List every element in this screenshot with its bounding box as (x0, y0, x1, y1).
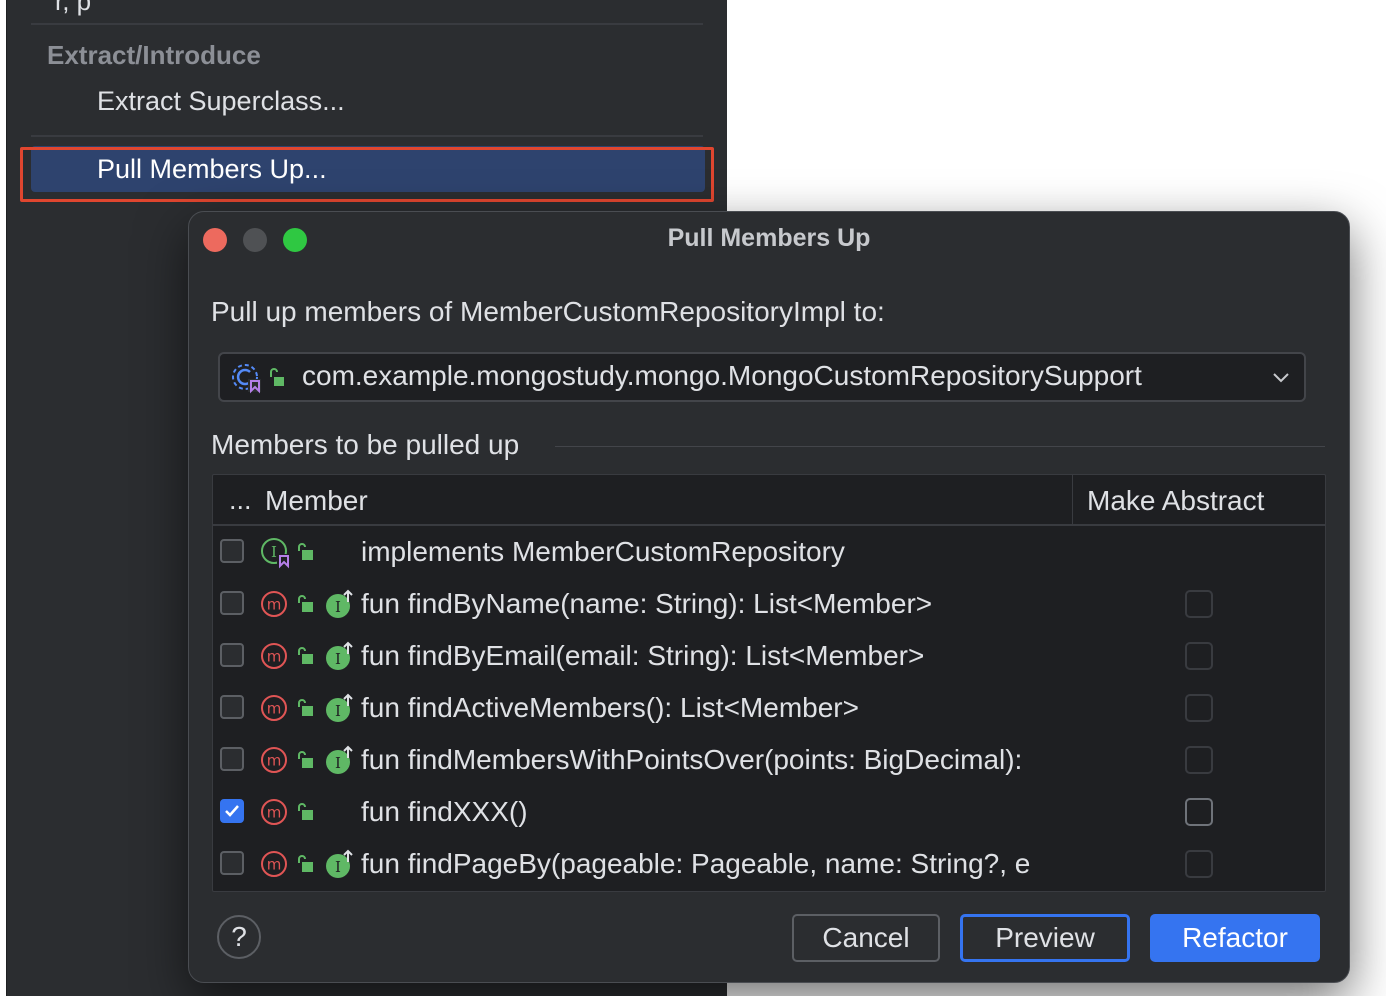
member-signature: fun findMembersWithPointsOver(points: Bi… (361, 744, 1023, 775)
preview-button[interactable]: Preview (960, 914, 1130, 962)
members-table: ... Member Make Abstract Iimplements Mem… (212, 474, 1326, 892)
column-header-select[interactable]: ... (229, 485, 252, 516)
member-checkbox[interactable] (220, 643, 244, 667)
svg-text:I: I (335, 754, 341, 772)
member-checkbox[interactable] (220, 591, 244, 615)
svg-text:I: I (335, 650, 341, 668)
table-row[interactable]: m Ifun findActiveMembers(): List<Member> (213, 682, 1325, 734)
implements-method-icon: I (326, 589, 353, 618)
make-abstract-checkbox[interactable] (1185, 798, 1213, 826)
target-class-value: com.example.mongostudy.mongo.MongoCustom… (302, 360, 1142, 391)
make-abstract-checkbox (1185, 850, 1213, 878)
members-section-label: Members to be pulled up (211, 429, 520, 460)
method-icon: m (261, 643, 287, 669)
svg-text:I: I (335, 702, 341, 720)
menu-separator (31, 23, 703, 25)
menu-separator (31, 135, 703, 137)
make-abstract-checkbox (1185, 694, 1213, 722)
menu-item-pull-members-up[interactable]: Pull Members Up... (31, 146, 705, 192)
context-menu-partial-item[interactable]: r, p (55, 0, 91, 17)
svg-text:I: I (335, 858, 341, 876)
public-visibility-icon (298, 595, 313, 612)
public-visibility-icon (298, 751, 313, 768)
implements-method-icon: I (326, 693, 353, 722)
svg-text:I: I (335, 598, 341, 616)
member-signature: fun findByEmail(email: String): List<Mem… (361, 640, 925, 671)
public-visibility-icon (298, 543, 313, 560)
table-row[interactable]: m fun findXXX() (213, 786, 1325, 838)
target-class-dropdown[interactable]: com.example.mongostudy.mongo.MongoCustom… (218, 352, 1306, 402)
column-header-member[interactable]: Member (265, 485, 368, 517)
svg-text:I: I (271, 543, 277, 561)
dialog-title: Pull Members Up (667, 224, 871, 252)
help-button[interactable]: ? (217, 915, 261, 959)
abstract-class-icon (232, 364, 284, 394)
interface-icon: I (261, 538, 291, 569)
svg-text:m: m (267, 804, 282, 822)
svg-text:m: m (267, 856, 282, 874)
public-visibility-icon (298, 699, 313, 716)
method-icon: m (261, 799, 287, 825)
checkmark-icon (225, 805, 239, 817)
make-abstract-checkbox (1185, 642, 1213, 670)
public-visibility-icon (298, 647, 313, 664)
refactor-button[interactable]: Refactor (1150, 914, 1320, 962)
member-signature: fun findXXX() (361, 796, 528, 827)
make-abstract-checkbox (1185, 590, 1213, 618)
implements-method-icon: I (326, 745, 353, 774)
public-visibility-icon (298, 855, 313, 872)
table-row[interactable]: m Ifun findMembersWithPointsOver(points: … (213, 734, 1325, 786)
pull-up-target-label: Pull up members of MemberCustomRepositor… (211, 296, 885, 327)
svg-text:m: m (267, 752, 282, 770)
member-checkbox[interactable] (220, 851, 244, 875)
member-checkbox[interactable] (220, 747, 244, 771)
member-checkbox[interactable] (220, 539, 244, 563)
table-row[interactable]: Iimplements MemberCustomRepository (213, 526, 1325, 578)
member-checkbox[interactable] (220, 799, 244, 823)
member-signature: fun findByName(name: String): List<Membe… (361, 588, 933, 619)
column-divider[interactable] (1072, 475, 1073, 524)
method-icon: m (261, 747, 287, 773)
member-checkbox[interactable] (220, 695, 244, 719)
pull-members-up-dialog: Pull Members Up Pull up members of Membe… (188, 211, 1350, 983)
chevron-down-icon (1273, 373, 1289, 383)
menu-section-header: Extract/Introduce (47, 40, 261, 70)
cancel-button[interactable]: Cancel (792, 914, 940, 962)
make-abstract-checkbox (1185, 746, 1213, 774)
implements-method-icon: I (326, 641, 353, 670)
svg-text:m: m (267, 596, 282, 614)
member-signature: fun findActiveMembers(): List<Member> (361, 692, 859, 723)
section-divider (555, 446, 1325, 447)
menu-item-label: Pull Members Up... (97, 154, 327, 184)
table-row[interactable]: m Ifun findByEmail(email: String): List<M… (213, 630, 1325, 682)
method-icon: m (261, 851, 287, 877)
method-icon: m (261, 695, 287, 721)
menu-item-extract-superclass[interactable]: Extract Superclass... (97, 86, 345, 117)
table-header: ... Member Make Abstract (213, 475, 1325, 526)
svg-text:m: m (267, 700, 282, 718)
table-row[interactable]: m Ifun findPageBy(pageable: Pageable, nam… (213, 838, 1325, 890)
svg-text:m: m (267, 648, 282, 666)
table-row[interactable]: m Ifun findByName(name: String): List<Mem… (213, 578, 1325, 630)
public-visibility-icon (298, 803, 313, 820)
method-icon: m (261, 591, 287, 617)
column-header-make-abstract[interactable]: Make Abstract (1087, 485, 1264, 517)
member-signature: fun findPageBy(pageable: Pageable, name:… (361, 848, 1031, 879)
implements-method-icon: I (326, 849, 353, 878)
member-signature: implements MemberCustomRepository (361, 536, 845, 567)
